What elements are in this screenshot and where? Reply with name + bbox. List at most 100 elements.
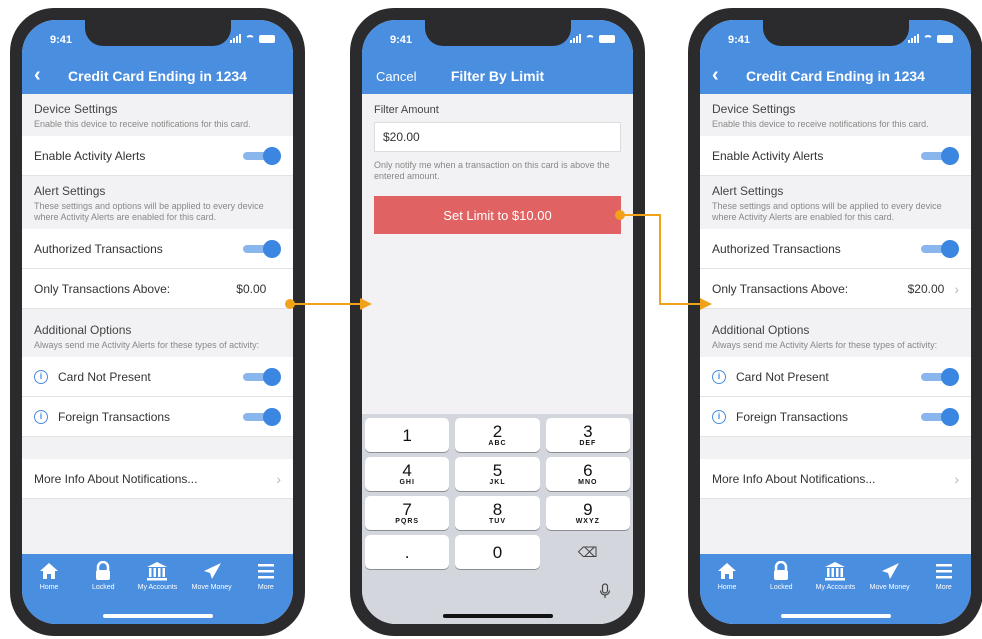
tab-my-accounts[interactable]: My Accounts (132, 560, 182, 591)
battery-icon (937, 34, 953, 43)
section-description: These settings and options will be appli… (712, 201, 942, 222)
info-icon[interactable]: i (712, 369, 726, 384)
section-description: Always send me Activity Alerts for these… (712, 340, 938, 350)
filter-screen: 9:41 Cancel Filter By Limit Filter Amoun… (362, 20, 633, 624)
filter-amount-input[interactable]: $20.00 (374, 122, 621, 152)
tab-move-money[interactable]: Move Money (865, 560, 915, 591)
microphone-icon[interactable] (599, 583, 611, 602)
authorized-transactions-toggle[interactable] (243, 239, 281, 258)
key-backspace[interactable]: ⌫ (546, 535, 630, 569)
home-indicator (442, 614, 553, 618)
battery-icon (259, 34, 275, 43)
key-digit: 6 (583, 461, 593, 480)
foreign-transactions-row: i Foreign Transactions (700, 397, 971, 437)
tab-my-accounts[interactable]: My Accounts (810, 560, 860, 591)
row-label: Enable Activity Alerts (34, 148, 146, 163)
foreign-transactions-toggle[interactable] (243, 407, 281, 426)
chevron-right-icon: › (954, 470, 959, 487)
status-icons (230, 34, 275, 43)
notch (762, 20, 909, 46)
row-label: Card Not Present (58, 369, 151, 384)
card-not-present-toggle[interactable] (243, 367, 281, 386)
bank-icon (824, 560, 846, 582)
foreign-transactions-toggle[interactable] (921, 407, 959, 426)
key-3[interactable]: 3 DEF (545, 418, 630, 452)
card-not-present-row: i Card Not Present (700, 357, 971, 397)
filter-note: Only notify me when a transaction on thi… (374, 160, 610, 181)
key-4[interactable]: 4 GHI (365, 457, 450, 491)
key-digit: 8 (492, 500, 503, 519)
page-title: Credit Card Ending in 1234 (746, 68, 925, 84)
more-info-row[interactable]: More Info About Notifications... › (700, 459, 971, 499)
nav-bar: Cancel Filter By Limit (362, 60, 633, 94)
authorized-transactions-toggle[interactable] (921, 239, 959, 258)
status-time: 9:41 (50, 34, 73, 46)
key-8[interactable]: 8 TUV (455, 496, 540, 530)
key-0[interactable]: 0 (455, 535, 540, 569)
info-icon[interactable]: i (712, 409, 726, 424)
tab-move-money[interactable]: Move Money (187, 560, 237, 591)
alert-settings-header: Alert Settings These settings and option… (22, 176, 293, 229)
key-1[interactable]: 1 (365, 418, 450, 452)
alert-settings-header: Alert Settings These settings and option… (700, 176, 971, 229)
more-info-row[interactable]: More Info About Notifications... › (22, 459, 293, 499)
page-title: Credit Card Ending in 1234 (68, 68, 247, 84)
key-2[interactable]: 2 ABC (455, 418, 540, 452)
info-icon[interactable]: i (34, 409, 48, 424)
row-label: Foreign Transactions (58, 409, 171, 424)
key-digit: 9 (583, 500, 593, 519)
notch (84, 20, 231, 46)
set-limit-button[interactable]: Set Limit to $10.00 (374, 196, 621, 234)
tab-home[interactable]: Home (24, 560, 74, 591)
tab-more[interactable]: More (919, 560, 969, 591)
enable-alerts-toggle[interactable] (243, 146, 281, 165)
filter-amount-label: Filter Amount (374, 104, 439, 116)
section-title: Additional Options (712, 323, 810, 337)
card-not-present-toggle[interactable] (921, 367, 959, 386)
row-label: Authorized Transactions (34, 241, 163, 256)
signal-icon (908, 34, 919, 43)
key-9[interactable]: 9 WXYZ (545, 496, 630, 530)
tab-locked[interactable]: Locked (756, 560, 806, 591)
tab-label: Move Money (191, 584, 232, 591)
key-letters: ABC (488, 440, 507, 447)
info-icon[interactable]: i (34, 369, 48, 384)
row-label: More Info About Notifications... (712, 471, 876, 486)
transactions-above-row[interactable]: Only Transactions Above: $20.00 › (700, 269, 971, 309)
wifi-icon (245, 34, 255, 43)
device-settings-header: Device Settings Enable this device to re… (22, 94, 293, 136)
key-letters: DEF (579, 440, 597, 447)
key-7[interactable]: 7 PQRS (365, 496, 450, 530)
tab-home[interactable]: Home (702, 560, 752, 591)
tab-bar: Home Locked My Accounts Move Money More (700, 554, 971, 624)
enable-activity-alerts-row: Enable Activity Alerts (700, 136, 971, 176)
tab-label: More (257, 584, 274, 591)
notch (424, 20, 571, 46)
backspace-icon: ⌫ (577, 543, 598, 560)
section-title: Device Settings (34, 102, 118, 116)
tab-label: More (935, 584, 952, 591)
paper-plane-icon (202, 560, 222, 582)
status-icons (908, 34, 953, 43)
enable-alerts-toggle[interactable] (921, 146, 959, 165)
row-label: Only Transactions Above: (712, 281, 849, 296)
key-6[interactable]: 6 MNO (545, 457, 630, 491)
signal-icon (230, 34, 241, 43)
tab-more[interactable]: More (241, 560, 291, 591)
key-5[interactable]: 5 JKL (455, 457, 540, 491)
authorized-transactions-row: Authorized Transactions (700, 229, 971, 269)
key-digit: 7 (402, 500, 412, 519)
phone-frame: 9:41 ‹ Credit Card Ending in 1234 Device… (688, 8, 982, 636)
home-icon (717, 560, 737, 582)
tab-locked[interactable]: Locked (78, 560, 128, 591)
key-digit: 3 (583, 422, 593, 441)
card-not-present-row: i Card Not Present (22, 357, 293, 397)
row-label: Only Transactions Above: (34, 281, 171, 296)
transactions-above-row[interactable]: Only Transactions Above: $0.00 › (22, 269, 293, 309)
home-icon (39, 560, 59, 582)
additional-options-header: Additional Options Always send me Activi… (700, 309, 971, 357)
key-decimal[interactable]: . (365, 535, 450, 569)
additional-options-header: Additional Options Always send me Activi… (22, 309, 293, 357)
row-label: Card Not Present (736, 369, 829, 384)
